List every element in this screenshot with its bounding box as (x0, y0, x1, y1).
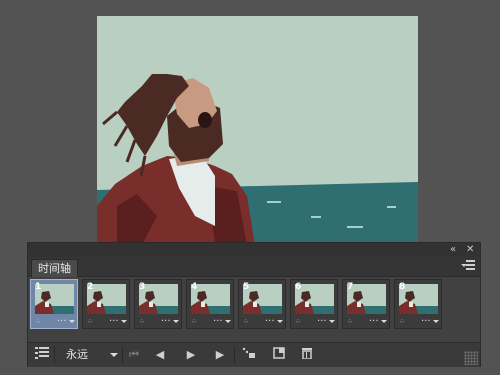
artwork-image (97, 16, 418, 245)
duplicate-frame-icon (273, 347, 285, 359)
resize-grip-icon[interactable] (464, 351, 478, 365)
play-icon: ▶ (186, 348, 196, 361)
first-frame-icon: ⏮ (129, 348, 139, 361)
tween-indicator-icon: ⁘ (399, 318, 405, 326)
delete-frame-button[interactable] (299, 347, 315, 363)
panel-tab-row: 时间轴 (28, 257, 480, 277)
tween-indicator-icon: ⁘ (295, 318, 301, 326)
frame-delay-dropdown[interactable]: ⁘ ... (347, 313, 387, 327)
frame-delay-value: ... (109, 313, 119, 324)
frame-1[interactable]: 1 ⁘ ... (30, 279, 78, 329)
frame-number: 7 (347, 282, 354, 292)
loop-value: 永远 (66, 348, 88, 361)
chevron-down-icon (121, 320, 127, 326)
frame-delay-dropdown[interactable]: ⁘ ... (399, 313, 439, 327)
frame-delay-dropdown[interactable]: ⁘ ... (139, 313, 179, 327)
frame-8[interactable]: 8 ⁘ ... (394, 279, 442, 329)
frame-delay-dropdown[interactable]: ⁘ ... (191, 313, 231, 327)
panel-menu-icon[interactable] (461, 260, 475, 272)
play-button[interactable]: ▶ (183, 347, 199, 363)
panel-title-bar[interactable]: « ✕ (28, 243, 480, 257)
chevron-down-icon (277, 320, 283, 326)
frame-3[interactable]: 3 ⁘ ... (134, 279, 182, 329)
next-frame-button[interactable]: ▶︎ (212, 347, 228, 363)
duplicate-frame-button[interactable] (271, 347, 287, 363)
frame-delay-dropdown[interactable]: ⁘ ... (295, 313, 335, 327)
frame-delay-value: ... (265, 313, 275, 324)
loop-options-select[interactable]: 永远 (58, 346, 118, 363)
previous-frame-button[interactable]: ◀︎ (152, 347, 168, 363)
frame-delay-value: ... (369, 313, 379, 324)
tween-indicator-icon: ⁘ (243, 318, 249, 326)
next-frame-icon: ▶︎ (215, 348, 225, 361)
tween-button[interactable] (241, 347, 257, 363)
tween-indicator-icon: ⁘ (191, 318, 197, 326)
frame-number: 8 (399, 282, 406, 292)
tween-indicator-icon: ⁘ (35, 318, 41, 326)
tween-indicator-icon: ⁘ (87, 318, 93, 326)
frame-4[interactable]: 4 ⁘ ... (186, 279, 234, 329)
first-frame-button[interactable]: ⏮ (126, 347, 142, 363)
tween-indicator-icon: ⁘ (347, 318, 353, 326)
frame-delay-value: ... (421, 313, 431, 324)
convert-to-video-timeline-icon (35, 347, 49, 359)
frame-2[interactable]: 2 ⁘ ... (82, 279, 130, 329)
frame-number: 5 (243, 282, 250, 292)
trash-icon (302, 348, 312, 360)
frame-5[interactable]: 5 ⁘ ... (238, 279, 286, 329)
chevron-down-icon (329, 320, 335, 326)
chevron-down-icon (381, 320, 387, 326)
tab-timeline[interactable]: 时间轴 (31, 259, 78, 277)
convert-to-video-timeline-button[interactable] (34, 347, 50, 363)
tween-icon (242, 347, 255, 358)
timeline-toolbar: 永远 ⏮ ◀︎ ▶ ▶︎ (28, 342, 480, 367)
frame-number: 6 (295, 282, 302, 292)
frame-delay-value: ... (317, 313, 327, 324)
frame-delay-value: ... (57, 313, 67, 324)
frame-delay-value: ... (161, 313, 171, 324)
frame-delay-dropdown[interactable]: ⁘ ... (35, 313, 75, 327)
chevron-down-icon (110, 353, 118, 361)
chevron-down-icon (69, 320, 75, 326)
document-canvas[interactable] (97, 16, 418, 245)
frame-delay-dropdown[interactable]: ⁘ ... (243, 313, 283, 327)
frame-number: 4 (191, 282, 198, 292)
timeline-panel: « ✕ 时间轴 1 ⁘ ... 2 ⁘ ... 3 ⁘ ... 4 ⁘ ... … (28, 243, 480, 367)
tween-indicator-icon: ⁘ (139, 318, 145, 326)
previous-frame-icon: ◀︎ (155, 348, 165, 361)
frame-number: 3 (139, 282, 146, 292)
chevron-down-icon (173, 320, 179, 326)
chevron-down-icon (225, 320, 231, 326)
chevron-down-icon (433, 320, 439, 326)
frame-7[interactable]: 7 ⁘ ... (342, 279, 390, 329)
frame-number: 2 (87, 282, 94, 292)
frame-6[interactable]: 6 ⁘ ... (290, 279, 338, 329)
frame-delay-value: ... (213, 313, 223, 324)
frame-number: 1 (35, 282, 42, 292)
close-icon[interactable]: ✕ (466, 244, 474, 256)
frame-delay-dropdown[interactable]: ⁘ ... (87, 313, 127, 327)
double-chevron-left-icon[interactable]: « (450, 244, 456, 256)
